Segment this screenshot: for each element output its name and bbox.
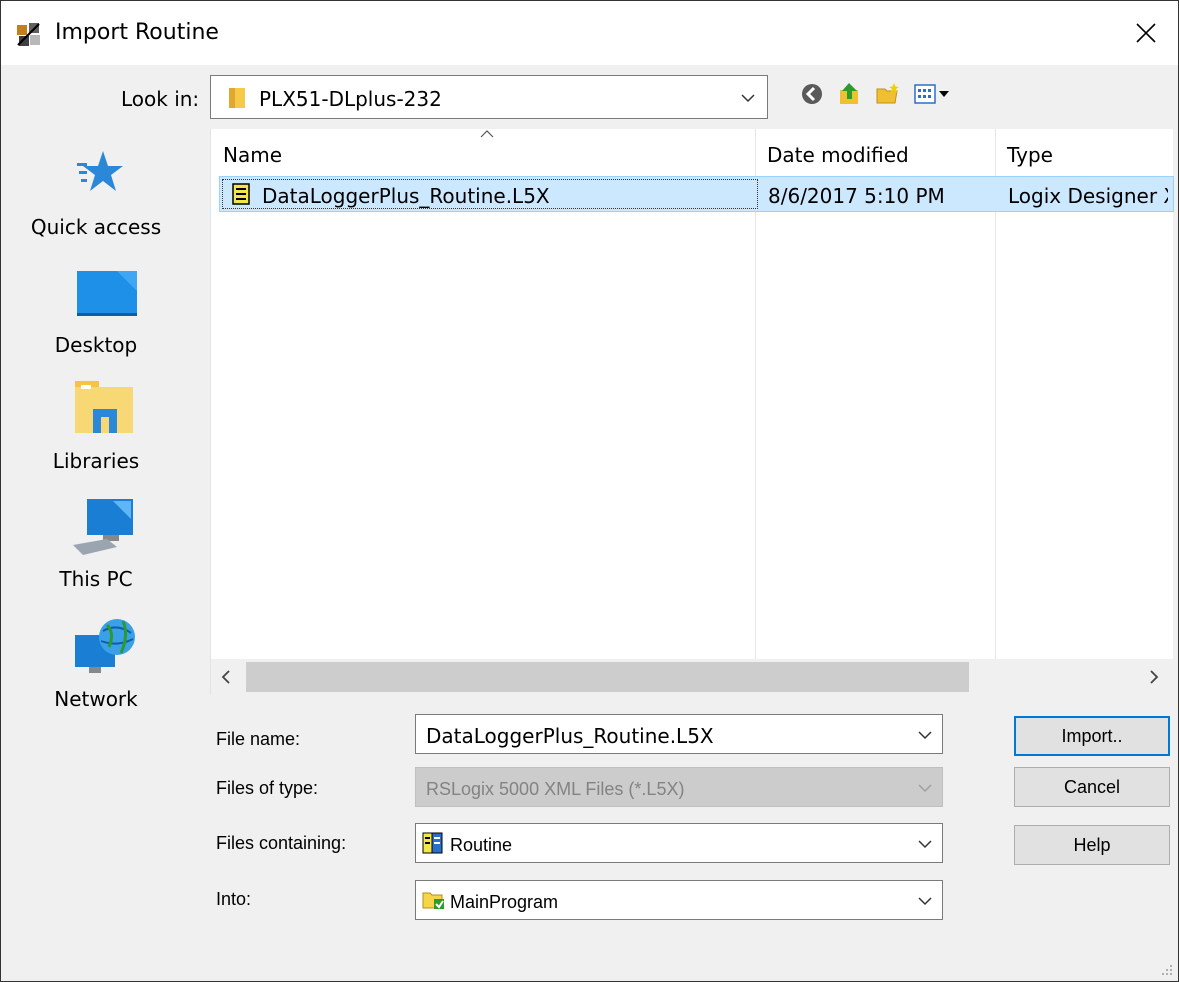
look-in-combo[interactable]: PLX51-DLplus-232 <box>210 75 768 119</box>
new-folder-icon[interactable] <box>875 81 901 107</box>
file-name-field[interactable]: DataLoggerPlus_Routine.L5X <box>415 714 943 754</box>
place-network[interactable]: Network <box>11 617 201 732</box>
close-icon <box>1136 23 1156 43</box>
file-list[interactable]: Name Date modified Type DataLoggerPlus_R… <box>210 129 1174 695</box>
back-icon[interactable] <box>799 81 825 107</box>
l5x-file-icon <box>232 183 250 205</box>
up-folder-icon[interactable] <box>837 81 863 107</box>
network-icon <box>75 619 135 673</box>
look-in-value: PLX51-DLplus-232 <box>259 87 442 111</box>
file-row[interactable]: DataLoggerPlus_Routine.L5X 8/6/2017 5:10… <box>219 176 1174 212</box>
title-bar: Import Routine <box>1 1 1178 65</box>
cancel-button[interactable]: Cancel <box>1014 767 1170 807</box>
folder-icon <box>229 88 245 108</box>
file-name-value: DataLoggerPlus_Routine.L5X <box>426 724 714 748</box>
chevron-down-icon[interactable] <box>918 730 932 740</box>
into-select[interactable]: MainProgram <box>415 880 943 920</box>
column-header-name[interactable]: Name <box>223 143 282 167</box>
quick-access-star-icon <box>77 151 123 191</box>
import-button[interactable]: Import.. <box>1014 716 1170 756</box>
look-in-label: Look in: <box>121 87 200 111</box>
app-icon <box>17 23 40 46</box>
file-type-cell: Logix Designer XML <box>1008 184 1168 208</box>
files-containing-label: Files containing: <box>216 833 347 853</box>
into-label: Into: <box>216 889 252 909</box>
view-menu-icon[interactable] <box>913 81 953 107</box>
routine-icon <box>422 832 443 854</box>
files-of-type-select: RSLogix 5000 XML Files (*.L5X) <box>415 767 943 807</box>
chevron-down-icon <box>918 784 932 793</box>
into-value: MainProgram <box>450 892 559 912</box>
files-containing-value: Routine <box>450 835 513 855</box>
chevron-down-icon <box>741 94 755 103</box>
program-folder-icon <box>422 892 444 909</box>
scrollbar-thumb[interactable] <box>246 662 969 692</box>
place-desktop[interactable]: Desktop <box>11 271 201 386</box>
help-button[interactable]: Help <box>1014 825 1170 865</box>
place-label: Libraries <box>52 449 140 473</box>
resize-grip-icon[interactable] <box>1160 963 1174 977</box>
place-label: This PC <box>59 567 133 591</box>
files-of-type-value: RSLogix 5000 XML Files (*.L5X) <box>426 779 685 799</box>
column-header-type[interactable]: Type <box>1007 143 1053 167</box>
file-name-label: File name: <box>216 729 301 749</box>
place-label: Network <box>54 687 138 711</box>
scroll-left-icon[interactable] <box>221 670 231 684</box>
this-pc-icon <box>73 499 133 555</box>
place-label: Quick access <box>30 215 162 239</box>
horizontal-scrollbar[interactable] <box>211 659 1174 695</box>
libraries-icon <box>75 381 133 433</box>
import-routine-dialog: Import Routine Look in: PLX51-DLplus-232 <box>0 0 1179 982</box>
desktop-icon <box>77 271 137 316</box>
chevron-down-icon[interactable] <box>918 896 932 906</box>
file-date-cell: 8/6/2017 5:10 PM <box>768 184 945 208</box>
sort-ascending-icon <box>480 130 494 138</box>
window-title: Import Routine <box>55 20 219 45</box>
files-of-type-label: Files of type: <box>216 778 319 798</box>
place-libraries[interactable]: Libraries <box>11 381 201 496</box>
place-quick-access[interactable]: Quick access <box>11 149 201 264</box>
files-containing-select[interactable]: Routine <box>415 823 943 863</box>
close-button[interactable] <box>1114 1 1178 65</box>
scroll-right-icon[interactable] <box>1149 670 1159 684</box>
place-label: Desktop <box>54 333 138 357</box>
column-header-date-modified[interactable]: Date modified <box>767 143 909 167</box>
file-name-cell: DataLoggerPlus_Routine.L5X <box>262 184 550 208</box>
place-this-pc[interactable]: This PC <box>11 499 201 614</box>
chevron-down-icon[interactable] <box>918 839 932 849</box>
places-bar: Quick access Desktop Libraries This PC N… <box>11 129 201 729</box>
